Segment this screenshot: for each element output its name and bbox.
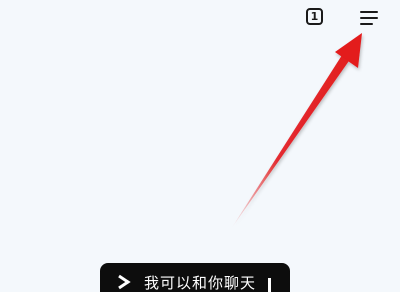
chevron-right-icon (118, 274, 131, 290)
menu-button[interactable] (360, 10, 380, 26)
red-arrow-icon (231, 33, 362, 229)
tab-count-button[interactable]: 1 (306, 8, 323, 25)
tab-count-label: 1 (310, 10, 319, 23)
chat-bar[interactable]: 我可以和你聊天 (100, 263, 290, 292)
browser-screen: 1 我可以和你聊天 (0, 0, 400, 292)
chat-bar-label: 我可以和你聊天 (144, 274, 257, 292)
text-cursor (268, 278, 272, 292)
hamburger-menu-icon (360, 11, 378, 25)
